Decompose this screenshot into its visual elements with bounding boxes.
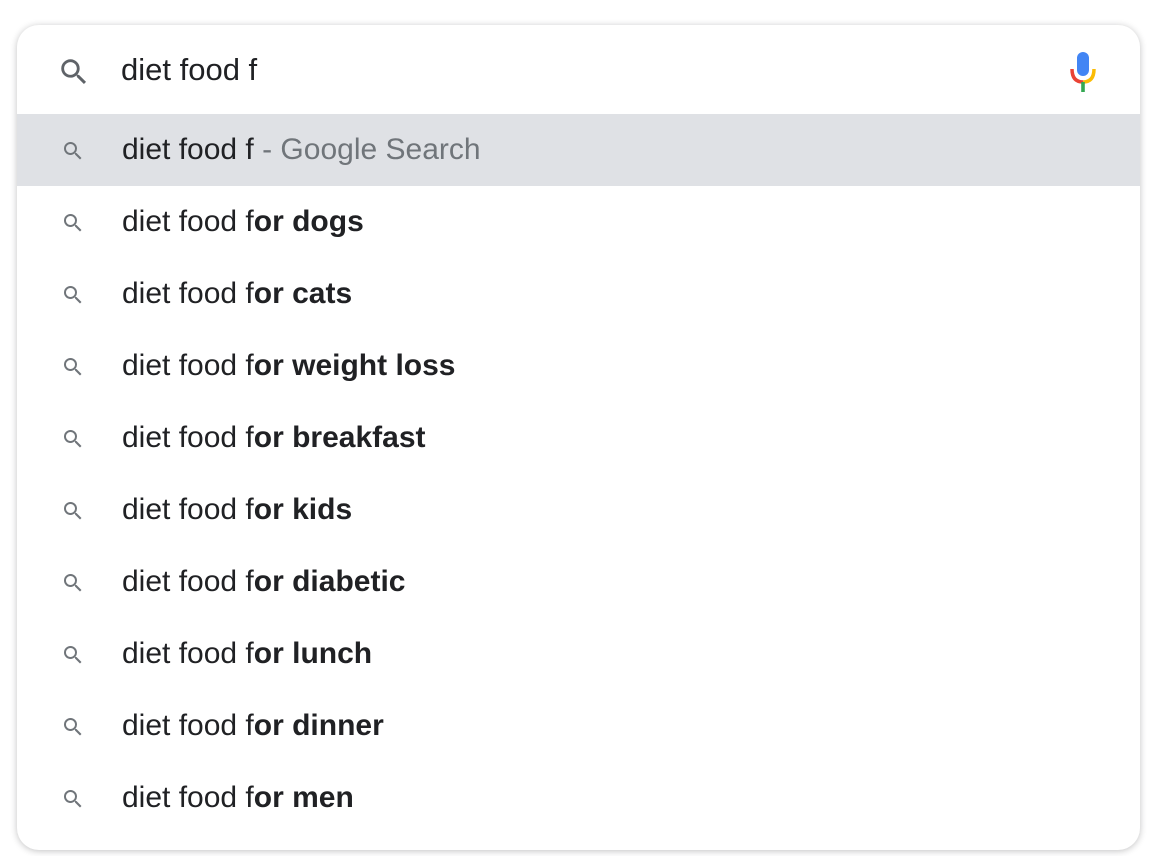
suggestion-text: diet food for cats bbox=[122, 277, 352, 311]
search-bar bbox=[17, 25, 1140, 114]
suggestion-item[interactable]: diet food for cats bbox=[17, 258, 1140, 330]
suggestion-bold: diabetic bbox=[292, 565, 406, 598]
suggestion-completion: or bbox=[253, 637, 293, 670]
suggestion-completion: or bbox=[253, 781, 293, 814]
suggestion-item[interactable]: diet food for diabetic bbox=[17, 546, 1140, 618]
suggestion-completion: or bbox=[253, 709, 293, 742]
suggestion-text: diet food for men bbox=[122, 781, 354, 815]
microphone-icon[interactable] bbox=[1068, 52, 1098, 92]
suggestion-typed: diet food f bbox=[122, 421, 254, 454]
suggestion-item[interactable]: diet food for weight loss bbox=[17, 330, 1140, 402]
suggestion-completion: or bbox=[253, 277, 293, 310]
suggestion-typed: diet food f bbox=[122, 277, 254, 310]
suggestion-item[interactable]: diet food for dinner bbox=[17, 690, 1140, 762]
search-icon bbox=[61, 211, 85, 235]
suggestion-item[interactable]: diet food for dogs bbox=[17, 186, 1140, 258]
suggestion-text: diet food for dogs bbox=[122, 205, 364, 239]
search-icon bbox=[61, 139, 85, 163]
suggestion-bold: dinner bbox=[292, 709, 384, 742]
search-icon bbox=[61, 355, 85, 379]
suggestion-completion: or bbox=[253, 565, 293, 598]
suggestion-text: diet food for dinner bbox=[122, 709, 384, 743]
suggestion-text: diet food f - Google Search bbox=[122, 133, 481, 167]
suggestion-typed: diet food f bbox=[122, 493, 254, 526]
suggestion-bold: dogs bbox=[292, 205, 364, 238]
search-input[interactable] bbox=[121, 47, 1021, 93]
suggestion-item[interactable]: diet food for men bbox=[17, 762, 1140, 834]
suggestion-typed: diet food f bbox=[122, 205, 254, 238]
search-icon bbox=[61, 643, 85, 667]
suggestion-completion: or bbox=[253, 493, 293, 526]
suggestion-bold: weight loss bbox=[292, 349, 456, 382]
suggestion-bold: breakfast bbox=[292, 421, 426, 454]
suggestion-hint: - Google Search bbox=[253, 133, 481, 166]
suggestion-completion: or bbox=[253, 205, 293, 238]
suggestion-query: diet food f bbox=[122, 133, 254, 166]
search-icon bbox=[61, 571, 85, 595]
suggestion-bold: men bbox=[292, 781, 354, 814]
suggestion-typed: diet food f bbox=[122, 781, 254, 814]
suggestion-text: diet food for kids bbox=[122, 493, 352, 527]
suggestion-completion: or bbox=[253, 349, 293, 382]
search-icon bbox=[61, 787, 85, 811]
search-autocomplete-box: diet food f - Google Search diet food fo… bbox=[17, 25, 1140, 850]
suggestion-typed: diet food f bbox=[122, 349, 254, 382]
suggestion-list: diet food f - Google Search diet food fo… bbox=[17, 114, 1140, 834]
suggestion-typed: diet food f bbox=[122, 709, 254, 742]
search-icon bbox=[61, 283, 85, 307]
suggestion-typed: diet food f bbox=[122, 637, 254, 670]
search-icon bbox=[61, 715, 85, 739]
suggestion-text: diet food for diabetic bbox=[122, 565, 405, 599]
search-icon[interactable] bbox=[57, 55, 91, 89]
suggestion-bold: cats bbox=[292, 277, 353, 310]
search-icon bbox=[61, 499, 85, 523]
suggestion-text: diet food for lunch bbox=[122, 637, 372, 671]
suggestion-item[interactable]: diet food for kids bbox=[17, 474, 1140, 546]
suggestion-typed: diet food f bbox=[122, 565, 254, 598]
suggestion-item[interactable]: diet food for breakfast bbox=[17, 402, 1140, 474]
suggestion-text: diet food for breakfast bbox=[122, 421, 426, 455]
suggestion-text: diet food for weight loss bbox=[122, 349, 455, 383]
suggestion-google-search[interactable]: diet food f - Google Search bbox=[17, 114, 1140, 186]
suggestion-bold: kids bbox=[292, 493, 353, 526]
suggestion-completion: or bbox=[253, 421, 293, 454]
search-icon bbox=[61, 427, 85, 451]
suggestion-item[interactable]: diet food for lunch bbox=[17, 618, 1140, 690]
suggestion-bold: lunch bbox=[292, 637, 373, 670]
